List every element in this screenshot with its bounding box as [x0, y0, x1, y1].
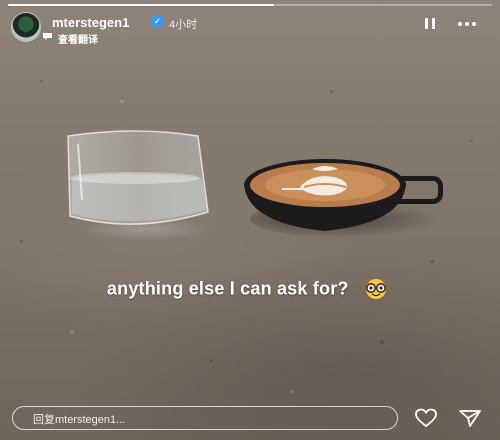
- translate-link[interactable]: 查看翻译: [58, 31, 98, 46]
- more-options-button[interactable]: [458, 16, 480, 32]
- texture-speck: [70, 330, 74, 333]
- verified-badge-icon: ✓: [151, 15, 164, 28]
- texture-speck: [330, 90, 333, 93]
- water-glass-image: [67, 130, 209, 225]
- texture-speck: [210, 360, 213, 362]
- texture-speck: [290, 390, 293, 393]
- texture-speck: [380, 340, 384, 344]
- pause-icon-bar: [432, 18, 435, 29]
- story-timestamp: 4小时: [169, 19, 198, 31]
- pause-button[interactable]: [422, 16, 438, 32]
- avatar[interactable]: [12, 13, 40, 41]
- paper-plane-icon[interactable]: [458, 408, 482, 428]
- more-dot: [472, 22, 476, 26]
- pause-icon: [425, 18, 428, 29]
- story-progress-fill: [8, 4, 275, 6]
- reply-placeholder: 回复mterstegen1...: [33, 414, 126, 426]
- texture-speck: [470, 140, 473, 142]
- story-progress-bar: [8, 4, 492, 6]
- story-caption: anything else I can ask for?: [0, 278, 500, 300]
- more-horizontal-icon: [458, 22, 462, 26]
- more-dot: [465, 22, 469, 26]
- story-viewer[interactable]: mterstegen1 ✓ 4小时 查看翻译 anything else I c…: [0, 0, 500, 440]
- heart-icon[interactable]: [414, 408, 438, 428]
- texture-speck: [40, 80, 43, 82]
- reply-input[interactable]: 回复mterstegen1...: [12, 406, 398, 430]
- username[interactable]: mterstegen1: [52, 15, 129, 30]
- texture-speck: [20, 240, 23, 243]
- speech-bubble-icon: [43, 33, 52, 40]
- texture-speck: [430, 260, 435, 263]
- story-header: mterstegen1 ✓ 4小时 查看翻译: [8, 10, 492, 46]
- texture-speck: [120, 100, 124, 103]
- latte-cup-image: [244, 159, 406, 231]
- caption-text: anything else I can ask for?: [106, 278, 349, 299]
- nerd-face-emoji-icon: [365, 279, 387, 299]
